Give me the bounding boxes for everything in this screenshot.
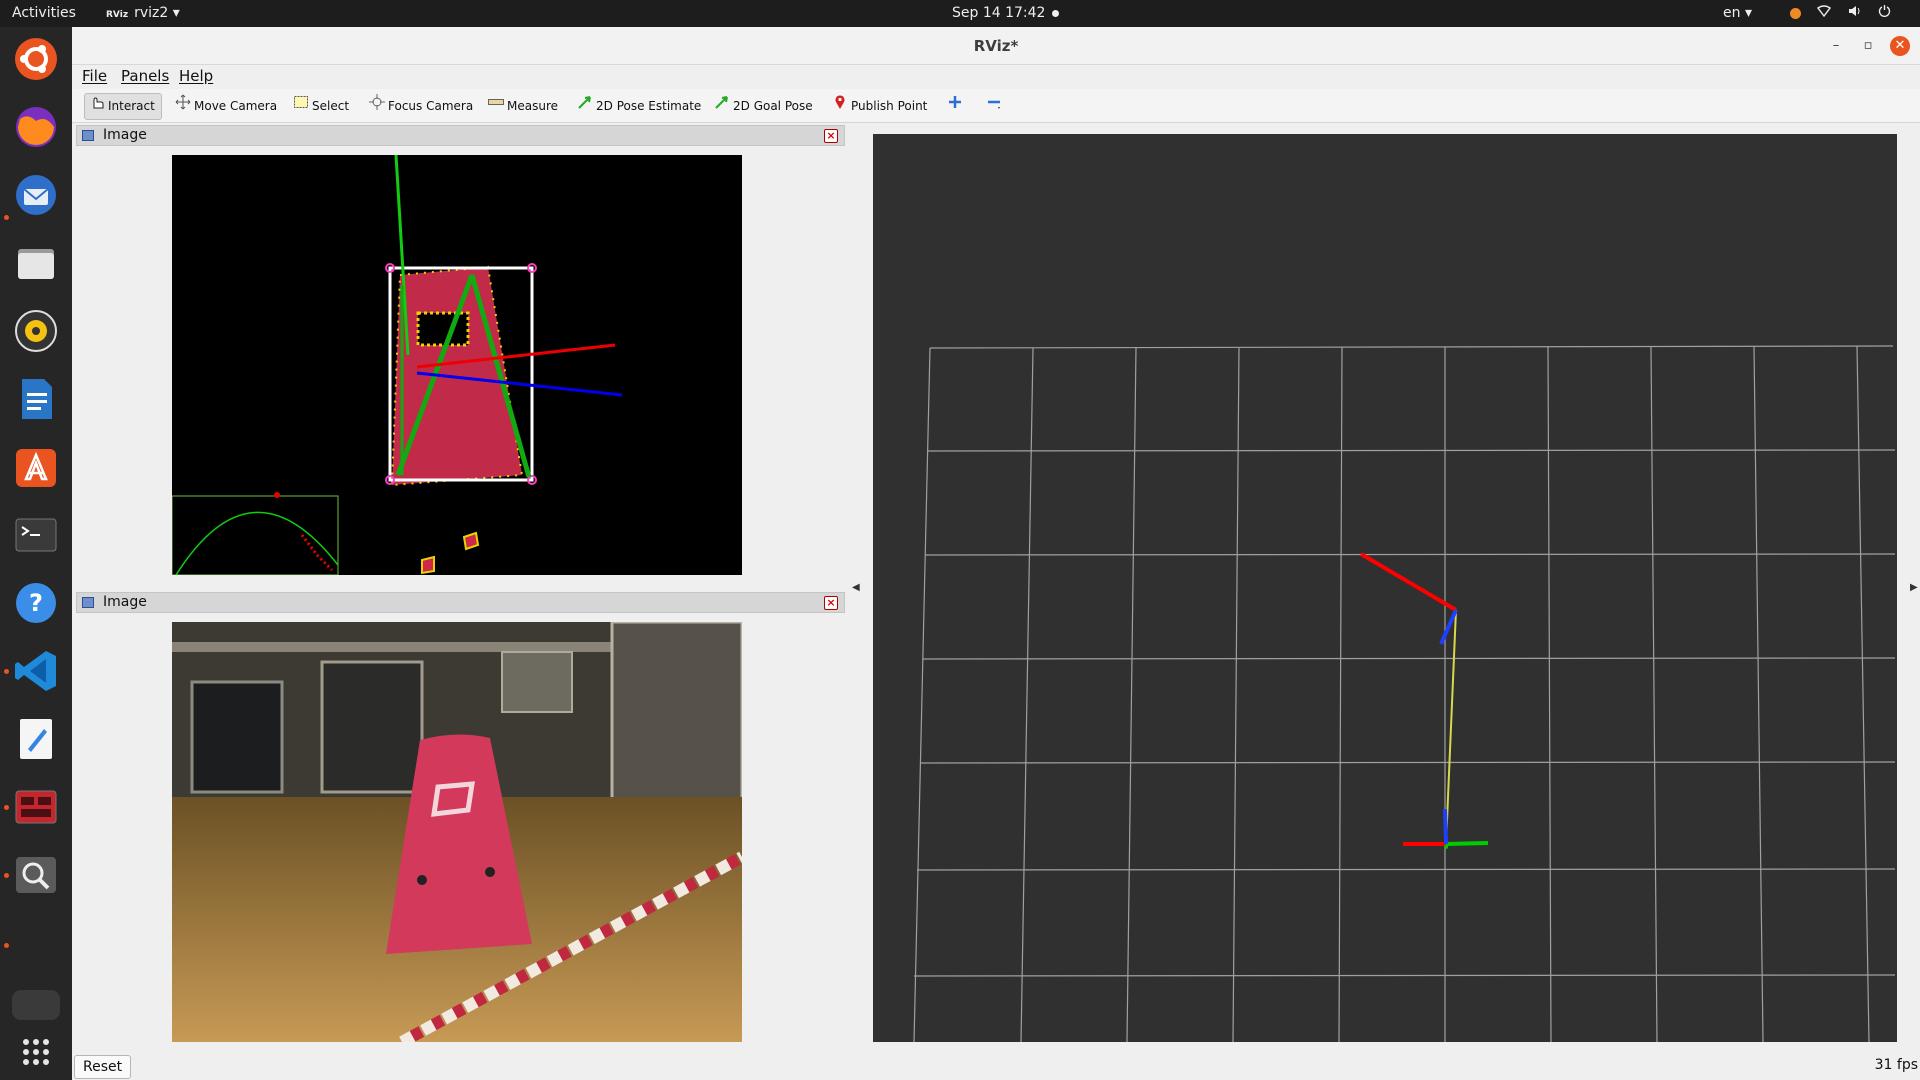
language-indicator[interactable]: en ▾ — [1723, 0, 1752, 27]
power-icon — [1878, 0, 1891, 27]
remove-tool-button[interactable] — [982, 93, 1008, 120]
software-icon[interactable] — [12, 443, 60, 491]
image-panel-header[interactable]: Image × — [76, 125, 845, 146]
menu-help[interactable]: Help — [179, 67, 213, 85]
select-tool-button[interactable]: Select — [289, 93, 355, 120]
system-tray[interactable]: ▾ — [1790, 0, 1910, 48]
publish-point-label: Publish Point — [851, 99, 928, 113]
running-indicator-icon — [4, 215, 9, 220]
panel-close-button[interactable]: × — [824, 129, 838, 143]
move-camera-label: Move Camera — [194, 99, 278, 113]
running-indicator-icon — [4, 873, 9, 878]
notification-dot-icon — [1052, 10, 1059, 17]
svg-text:?: ? — [29, 589, 43, 617]
status-bar: Reset 31 fps — [72, 1049, 1920, 1080]
collapse-left-handle[interactable]: ◀ — [852, 582, 860, 593]
vscode-icon[interactable] — [12, 647, 60, 695]
goal-pose-label: 2D Goal Pose — [733, 99, 813, 113]
interact-tool-button[interactable]: Interact — [84, 93, 162, 120]
detection-overlay-image — [172, 155, 742, 575]
rviz-app-icon[interactable] — [12, 783, 60, 831]
menu-bar: File Panels Help — [72, 65, 1920, 89]
pose-estimate-tool-button[interactable]: 2D Pose Estimate — [573, 93, 707, 120]
add-tool-button[interactable] — [943, 93, 969, 120]
green-arrow-icon — [577, 93, 593, 120]
maximize-button[interactable]: ▫ — [1858, 36, 1878, 56]
rviz-window: RViz* – ▫ ✕ File Panels Help Interact Mo… — [72, 27, 1920, 1080]
chevron-down-icon: ▾ — [172, 5, 180, 21]
firefox-icon[interactable] — [12, 103, 60, 151]
running-indicator-icon — [4, 669, 9, 674]
app-menu[interactable]: RViz rviz2 ▾ — [106, 0, 180, 27]
terminal-icon[interactable] — [12, 511, 60, 559]
app-grid-icon[interactable] — [12, 1028, 60, 1076]
panel-dock-icon — [82, 597, 94, 608]
writer-icon[interactable] — [12, 375, 60, 423]
reset-button[interactable]: Reset — [74, 1055, 132, 1079]
image-panel-body — [76, 147, 845, 594]
dock: ? — [0, 27, 72, 1080]
focus-camera-tool-button[interactable]: Focus Camera — [365, 93, 479, 120]
fps-readout: 31 fps — [1874, 1057, 1918, 1073]
map-pin-icon — [832, 93, 848, 120]
image-panel-body — [76, 614, 845, 1050]
rhythmbox-icon[interactable] — [12, 307, 60, 355]
move-camera-tool-button[interactable]: Move Camera — [171, 93, 283, 120]
ubuntu-logo-icon[interactable] — [12, 35, 60, 83]
publish-point-tool-button[interactable]: Publish Point — [828, 93, 933, 120]
panel-close-button[interactable]: × — [824, 596, 838, 610]
menu-panels[interactable]: Panels — [121, 67, 169, 85]
system-top-bar: Activities RViz rviz2 ▾ Sep 14 17:42 en ▾… — [0, 0, 1920, 48]
green-arrow-icon — [714, 93, 730, 120]
hand-cursor-icon — [89, 93, 105, 120]
files-icon[interactable] — [12, 239, 60, 287]
3d-grid-scene — [873, 134, 1897, 1042]
pose-estimate-label: 2D Pose Estimate — [596, 99, 702, 113]
measure-tool-button[interactable]: Measure — [484, 93, 564, 120]
close-button[interactable]: ✕ — [1890, 36, 1910, 56]
panel-title: Image — [103, 594, 147, 610]
measure-label: Measure — [507, 99, 558, 113]
image-viewer-icon[interactable] — [12, 851, 60, 899]
network-icon — [1817, 0, 1832, 27]
help-icon[interactable]: ? — [12, 579, 60, 627]
menu-file[interactable]: File — [82, 67, 107, 85]
focus-camera-label: Focus Camera — [388, 99, 474, 113]
move-arrows-icon — [175, 93, 191, 120]
3d-viewport[interactable] — [873, 134, 1897, 1042]
rviz-app-badge: RViz — [106, 10, 129, 20]
processed-image-view — [172, 155, 742, 575]
minus-icon — [986, 93, 1002, 120]
clock[interactable]: Sep 14 17:42 — [952, 0, 1045, 27]
tool-bar: Interact Move Camera Select Focus Camera… — [72, 89, 1920, 123]
running-indicator-icon — [4, 943, 9, 948]
ruler-icon — [488, 93, 504, 120]
window-titlebar[interactable]: RViz* – ▫ ✕ — [72, 27, 1920, 65]
image-panel-header[interactable]: Image × — [76, 592, 845, 613]
running-indicator-icon — [4, 805, 9, 810]
activities-button[interactable]: Activities — [12, 0, 76, 27]
crosshair-icon — [369, 93, 385, 120]
minimize-button[interactable]: – — [1826, 36, 1846, 56]
rviz-window-thumbnail[interactable] — [12, 990, 60, 1020]
select-box-icon — [293, 93, 309, 120]
select-label: Select — [312, 99, 350, 113]
panel-dock-icon — [82, 130, 94, 141]
camera-feed-image — [172, 622, 742, 1042]
update-indicator-icon — [1790, 7, 1801, 19]
collapse-right-handle[interactable]: ▶ — [1910, 582, 1918, 593]
interact-label: Interact — [108, 99, 155, 113]
camera-image-view — [172, 622, 742, 1042]
volume-icon — [1848, 0, 1862, 27]
app-menu-label: rviz2 — [134, 5, 169, 21]
window-title: RViz* — [973, 37, 1019, 55]
chevron-down-icon: ▾ — [1740, 5, 1752, 21]
plus-icon — [947, 93, 963, 120]
text-editor-icon[interactable] — [12, 715, 60, 763]
thunderbird-icon[interactable] — [12, 171, 60, 219]
goal-pose-tool-button[interactable]: 2D Goal Pose — [710, 93, 819, 120]
panel-title: Image — [103, 127, 147, 143]
language-label: en — [1723, 5, 1741, 21]
